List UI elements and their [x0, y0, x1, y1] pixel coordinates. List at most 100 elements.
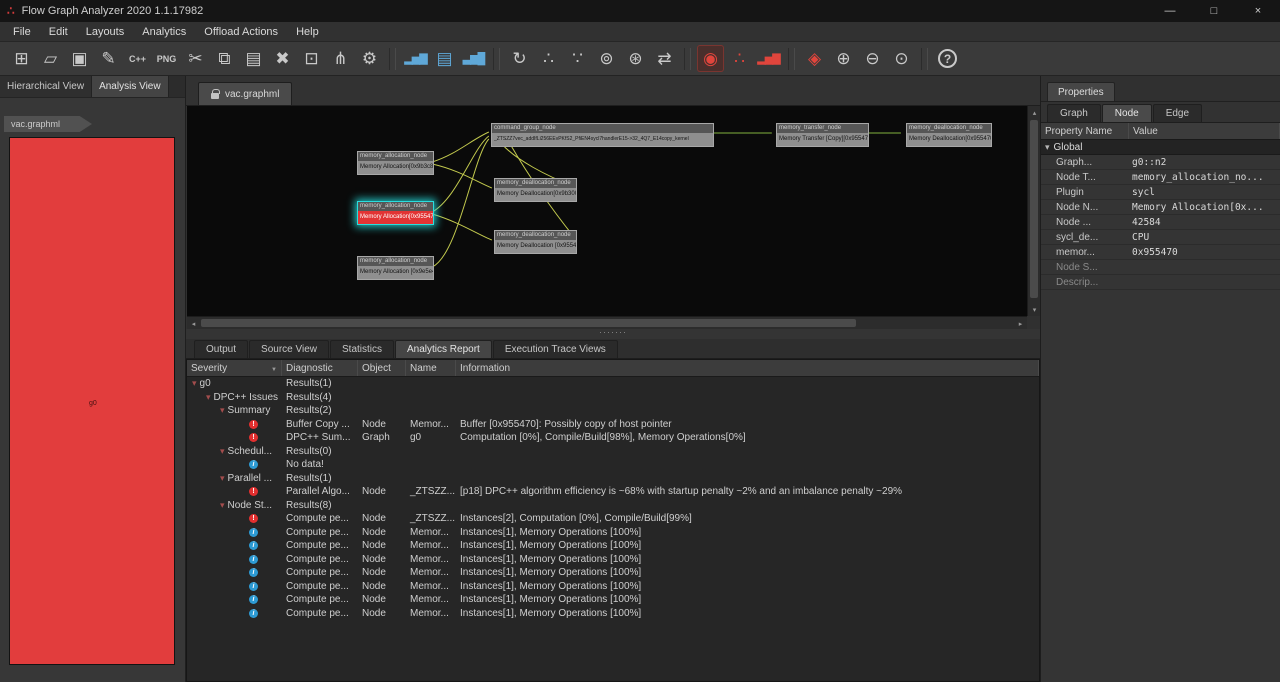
help-icon[interactable]: ?	[938, 49, 957, 68]
zoom-in-icon[interactable]: ⊕	[830, 45, 857, 72]
maximize-button[interactable]: □	[1192, 0, 1236, 22]
tab-node[interactable]: Node	[1102, 104, 1152, 122]
copy-node-icon[interactable]: ⧉	[211, 45, 238, 72]
report-item-row[interactable]: Buffer Copy ... Node Memor... Buffer [0x…	[187, 418, 1039, 432]
tab-edge[interactable]: Edge	[1153, 104, 1202, 122]
panel-splitter[interactable]	[186, 329, 1040, 339]
menu-analytics[interactable]: Analytics	[133, 22, 195, 41]
filter-arrow-icon[interactable]	[271, 363, 277, 374]
report-group-row[interactable]: DPC++ Issues Results(4)	[187, 391, 1039, 405]
report-item-row[interactable]: Compute pe... Node Memor... Instances[1]…	[187, 539, 1039, 553]
column-severity[interactable]: Severity	[187, 360, 282, 376]
canvas-vertical-scrollbar[interactable]	[1027, 106, 1040, 316]
menu-file[interactable]: File	[4, 22, 40, 41]
column-information[interactable]: Information	[456, 360, 1039, 376]
report-item-row[interactable]: Compute pe... Node Memor... Instances[1]…	[187, 566, 1039, 580]
export-png-icon[interactable]: PNG	[153, 45, 180, 72]
menu-layouts[interactable]: Layouts	[77, 22, 134, 41]
critical-nodes-icon[interactable]: ∴	[726, 45, 753, 72]
graph-tree-item[interactable]: vac.graphml	[4, 116, 92, 132]
report-item-row[interactable]: No data!	[187, 458, 1039, 472]
property-row[interactable]: Node S...	[1041, 260, 1280, 275]
new-graph-icon[interactable]: ⊞	[8, 45, 35, 72]
report-group-row[interactable]: Summary Results(2)	[187, 404, 1039, 418]
property-row[interactable]: Graph... g0::n2	[1041, 155, 1280, 170]
preferences-gear-icon[interactable]: ⚙	[356, 45, 383, 72]
report-item-row[interactable]: Compute pe... Node Memor... Instances[1]…	[187, 553, 1039, 567]
property-row[interactable]: sycl_de... CPU	[1041, 230, 1280, 245]
swap-layout-icon[interactable]: ⇄	[651, 45, 678, 72]
graph-node[interactable]: memory_allocation_node Memory Allocation…	[357, 151, 434, 175]
tab-execution-trace-views[interactable]: Execution Trace Views	[493, 340, 618, 358]
subgraph-icon[interactable]: ∵	[564, 45, 591, 72]
rule-check-icon[interactable]: ⊚	[593, 45, 620, 72]
tab-output[interactable]: Output	[194, 340, 248, 358]
property-row[interactable]: Node ... 42584	[1041, 215, 1280, 230]
save-graph-icon[interactable]: ▣	[66, 45, 93, 72]
property-row[interactable]: Node T... memory_allocation_no...	[1041, 170, 1280, 185]
zoom-out-icon[interactable]: ⊖	[859, 45, 886, 72]
offload-node-icon[interactable]: ◈	[801, 45, 828, 72]
column-name[interactable]: Name	[406, 360, 456, 376]
tab-graph[interactable]: Graph	[1047, 104, 1101, 122]
menu-offload-actions[interactable]: Offload Actions	[195, 22, 287, 41]
highlight-critical-path-icon[interactable]: ◉	[697, 45, 724, 72]
analytics-report-icon[interactable]: ▤	[431, 45, 458, 72]
analytics-bars-icon[interactable]: ▂▅▇	[402, 45, 429, 72]
report-item-row[interactable]: Compute pe... Node Memor... Instances[1]…	[187, 607, 1039, 621]
graph-minimap[interactable]: g0	[9, 137, 175, 665]
report-item-row[interactable]: Compute pe... Node Memor... Instances[1]…	[187, 593, 1039, 607]
refresh-layout-icon[interactable]: ↻	[506, 45, 533, 72]
report-group-row[interactable]: Schedul... Results(0)	[187, 445, 1039, 459]
graph-node[interactable]: memory_transfer_node Memory Transfer [Co…	[776, 123, 869, 147]
column-object[interactable]: Object	[358, 360, 406, 376]
report-item-row[interactable]: Parallel Algo... Node _ZTSZZ... [p18] DP…	[187, 485, 1039, 499]
expander-icon[interactable]	[220, 500, 225, 511]
expander-icon[interactable]	[220, 446, 225, 457]
expander-icon[interactable]	[220, 405, 225, 416]
report-item-row[interactable]: Compute pe... Node _ZTSZZ... Instances[2…	[187, 512, 1039, 526]
graph-topology-icon[interactable]: ∴	[535, 45, 562, 72]
property-row[interactable]: Plugin sycl	[1041, 185, 1280, 200]
property-group-row[interactable]: Global	[1041, 140, 1280, 155]
column-property-name[interactable]: Property Name	[1041, 123, 1129, 139]
prune-graph-icon[interactable]: ✂	[182, 45, 209, 72]
report-item-row[interactable]: Compute pe... Node Memor... Instances[1]…	[187, 580, 1039, 594]
report-item-row[interactable]: Compute pe... Node Memor... Instances[1]…	[187, 526, 1039, 540]
graph-node[interactable]: memory_allocation_node Memory Allocation…	[357, 256, 434, 280]
paste-node-icon[interactable]: ▤	[240, 45, 267, 72]
concurrency-web-icon[interactable]: ⊛	[622, 45, 649, 72]
property-row[interactable]: Descrip...	[1041, 275, 1280, 290]
collapse-arrow-icon[interactable]	[1045, 142, 1050, 153]
graph-node[interactable]: command_group_node _ZTSZZ7vec_addIfLi256…	[491, 123, 714, 147]
minimize-button[interactable]: —	[1148, 0, 1192, 22]
hierarchy-layout-icon[interactable]: ⋔	[327, 45, 354, 72]
graph-canvas[interactable]: memory_allocation_node Memory Allocation…	[187, 106, 1027, 316]
expander-icon[interactable]	[192, 378, 197, 389]
delete-node-icon[interactable]: ✖	[269, 45, 296, 72]
tab-analytics-report[interactable]: Analytics Report	[395, 340, 492, 358]
document-tab[interactable]: vac.graphml	[198, 82, 292, 105]
graph-node-selected[interactable]: memory_allocation_node Memory Allocation…	[357, 201, 434, 225]
tab-statistics[interactable]: Statistics	[330, 340, 394, 358]
open-graph-icon[interactable]: ▱	[37, 45, 64, 72]
graph-node[interactable]: memory_deallocation_node Memory Dealloca…	[906, 123, 992, 147]
property-row[interactable]: memor... 0x955470	[1041, 245, 1280, 260]
menu-edit[interactable]: Edit	[40, 22, 77, 41]
expander-icon[interactable]	[206, 392, 211, 403]
zoom-reset-icon[interactable]: ⊙	[888, 45, 915, 72]
export-cpp-icon[interactable]: C++	[124, 45, 151, 72]
property-row[interactable]: Node N... Memory Allocation[0x...	[1041, 200, 1280, 215]
graph-node[interactable]: memory_deallocation_node Memory Dealloca…	[494, 230, 577, 254]
report-group-row[interactable]: Node St... Results(8)	[187, 499, 1039, 513]
graph-node[interactable]: memory_deallocation_node Memory Dealloca…	[494, 178, 577, 202]
column-value[interactable]: Value	[1129, 123, 1280, 139]
column-diagnostic[interactable]: Diagnostic	[282, 360, 358, 376]
close-button[interactable]: ×	[1236, 0, 1280, 22]
properties-panel-tab[interactable]: Properties	[1047, 82, 1115, 101]
statistics-chart-icon[interactable]: ▃▆█	[460, 45, 487, 72]
group-nodes-icon[interactable]: ⊡	[298, 45, 325, 72]
report-group-row[interactable]: g0 Results(1)	[187, 377, 1039, 391]
horizontal-scroll-thumb[interactable]	[201, 319, 856, 327]
report-item-row[interactable]: DPC++ Sum... Graph g0 Computation [0%], …	[187, 431, 1039, 445]
